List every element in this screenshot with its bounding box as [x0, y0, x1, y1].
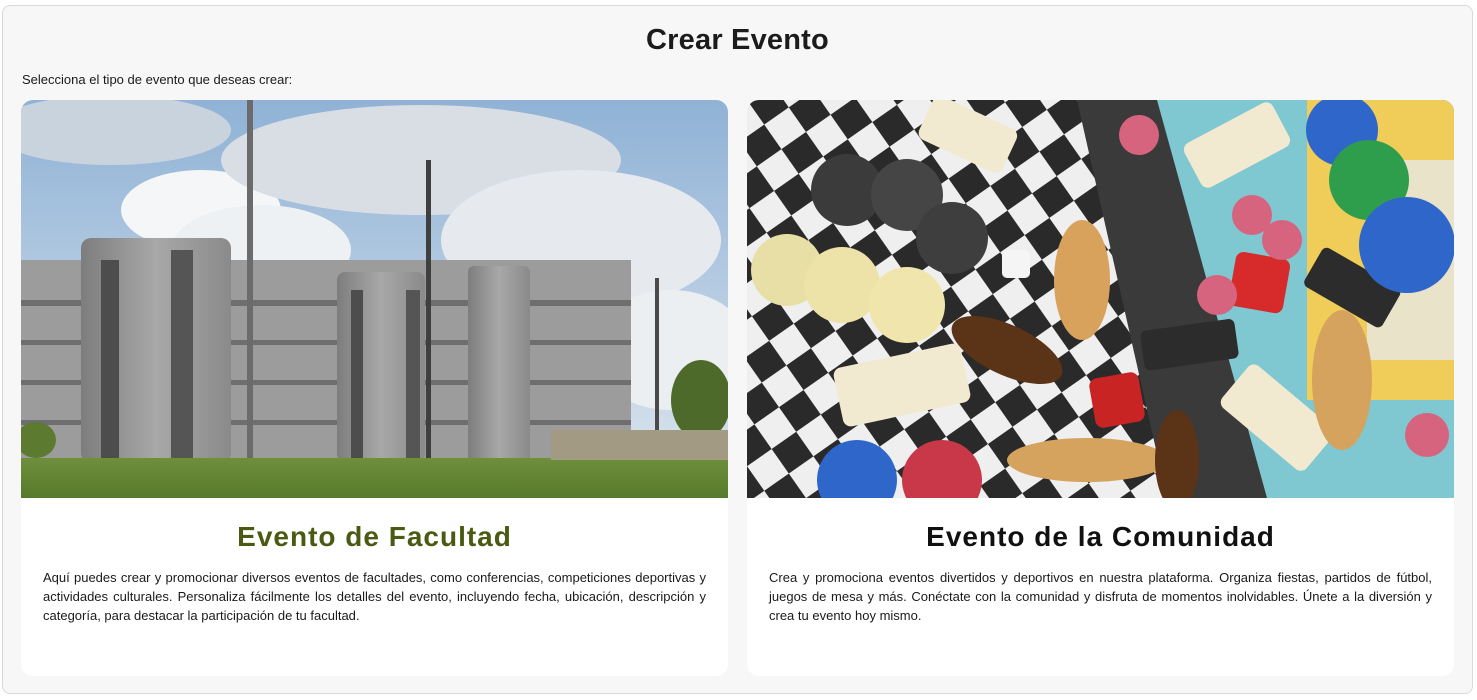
faculty-event-title: Evento de Facultad: [237, 521, 512, 552]
board-games-image: [747, 100, 1454, 498]
page-subtitle: Selecciona el tipo de evento que deseas …: [22, 72, 293, 87]
page-title: Crear Evento: [646, 24, 829, 56]
community-event-description: Crea y promociona eventos divertidos y d…: [769, 570, 1432, 623]
faculty-event-description: Aquí puedes crear y promocionar diversos…: [43, 570, 706, 623]
faculty-building-image: [21, 100, 728, 498]
community-event-title: Evento de la Comunidad: [926, 521, 1275, 552]
community-event-card[interactable]: Evento de la Comunidad Crea y promociona…: [747, 100, 1454, 676]
create-event-panel: Crear Evento Selecciona el tipo de event…: [2, 5, 1473, 694]
faculty-event-card[interactable]: Evento de Facultad Aquí puedes crear y p…: [21, 100, 728, 676]
